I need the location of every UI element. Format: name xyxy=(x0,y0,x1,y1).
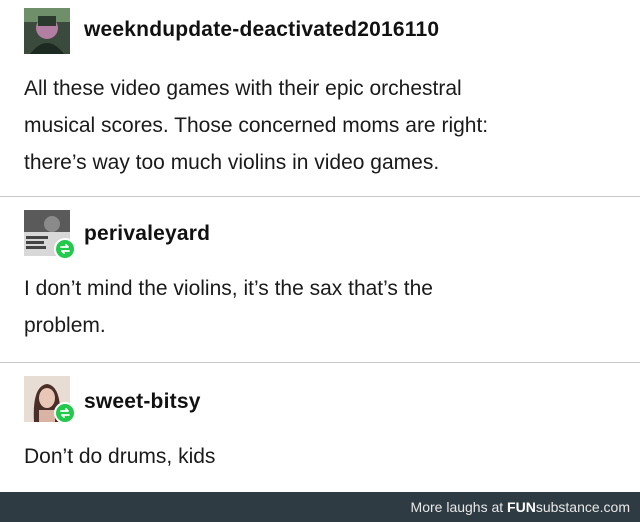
watermark-brand-rest: substance.com xyxy=(535,499,630,515)
reblog-badge xyxy=(54,238,76,260)
reblog-icon xyxy=(60,244,70,254)
avatar-weekndupdate[interactable] xyxy=(24,8,70,54)
watermark-brand-bold: FUN xyxy=(507,499,536,515)
reblog-icon xyxy=(60,408,70,418)
post-text: I don’t mind the violins, it’s the sax t… xyxy=(24,270,433,344)
watermark-footer: More laughs at FUNsubstance.com xyxy=(0,492,640,522)
reblog-badge xyxy=(54,402,76,424)
post-text-line: there’s way too much violins in video ga… xyxy=(24,151,440,174)
divider xyxy=(0,196,640,197)
post-username[interactable]: weekndupdate-deactivated2016110 xyxy=(84,18,439,42)
watermark-prefix: More laughs at xyxy=(410,499,508,515)
post-username[interactable]: perivaleyard xyxy=(84,222,210,246)
post-text-line: Don’t do drums, kids xyxy=(24,445,216,468)
post-text-line: musical scores. Those concerned moms are… xyxy=(24,114,489,137)
watermark-text[interactable]: More laughs at FUNsubstance.com xyxy=(411,499,630,515)
post-text-line: All these video games with their epic or… xyxy=(24,77,462,100)
post-text-line: problem. xyxy=(24,314,106,337)
divider xyxy=(0,362,640,363)
post-username[interactable]: sweet-bitsy xyxy=(84,390,201,414)
post-text-line: I don’t mind the violins, it’s the sax t… xyxy=(24,277,433,300)
post-text: Don’t do drums, kids xyxy=(24,438,215,475)
post-text: All these video games with their epic or… xyxy=(24,70,488,181)
